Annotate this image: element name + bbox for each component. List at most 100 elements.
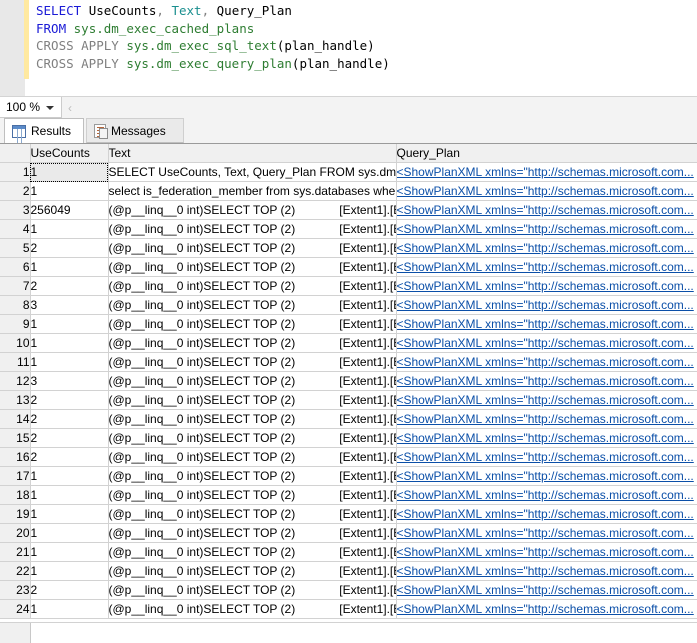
usecounts-cell[interactable]: 3	[30, 372, 108, 391]
text-cell[interactable]: (@p__linq__0 int)SELECT TOP (2)[Extent1]…	[108, 220, 396, 239]
text-cell[interactable]: (@p__linq__0 int)SELECT TOP (2)[Extent1]…	[108, 315, 396, 334]
row-number-cell[interactable]: 15	[0, 429, 30, 448]
table-row[interactable]: 111(@p__linq__0 int)SELECT TOP (2)[Exten…	[0, 353, 697, 372]
usecounts-cell[interactable]: 256049	[30, 201, 108, 220]
row-number-cell[interactable]: 2	[0, 182, 30, 201]
usecounts-cell[interactable]: 1	[30, 562, 108, 581]
usecounts-cell[interactable]: 2	[30, 277, 108, 296]
showplan-xml-link[interactable]: <ShowPlanXML xmlns="http://schemas.micro…	[397, 184, 694, 198]
queryplan-cell[interactable]: <ShowPlanXML xmlns="http://schemas.micro…	[396, 524, 697, 543]
text-cell[interactable]: (@p__linq__0 int)SELECT TOP (2)[Extent1]…	[108, 581, 396, 600]
usecounts-cell[interactable]: 1	[30, 182, 108, 201]
row-number-cell[interactable]: 4	[0, 220, 30, 239]
showplan-xml-link[interactable]: <ShowPlanXML xmlns="http://schemas.micro…	[397, 279, 694, 293]
tab-results[interactable]: Results	[4, 118, 84, 143]
showplan-xml-link[interactable]: <ShowPlanXML xmlns="http://schemas.micro…	[397, 203, 694, 217]
table-row[interactable]: 21select is_federation_member from sys.d…	[0, 182, 697, 201]
table-row[interactable]: 52(@p__linq__0 int)SELECT TOP (2)[Extent…	[0, 239, 697, 258]
usecounts-cell[interactable]: 1	[30, 258, 108, 277]
row-number-cell[interactable]: 20	[0, 524, 30, 543]
queryplan-cell[interactable]: <ShowPlanXML xmlns="http://schemas.micro…	[396, 581, 697, 600]
table-row[interactable]: 83(@p__linq__0 int)SELECT TOP (2)[Extent…	[0, 296, 697, 315]
queryplan-cell[interactable]: <ShowPlanXML xmlns="http://schemas.micro…	[396, 600, 697, 619]
text-cell[interactable]: (@p__linq__0 int)SELECT TOP (2)[Extent1]…	[108, 334, 396, 353]
usecounts-cell[interactable]: 1	[30, 524, 108, 543]
row-number-cell[interactable]: 8	[0, 296, 30, 315]
row-number-cell[interactable]: 3	[0, 201, 30, 220]
usecounts-cell[interactable]: 2	[30, 581, 108, 600]
usecounts-cell[interactable]: 1	[30, 543, 108, 562]
queryplan-cell[interactable]: <ShowPlanXML xmlns="http://schemas.micro…	[396, 220, 697, 239]
text-cell[interactable]: (@p__linq__0 int)SELECT TOP (2)[Extent1]…	[108, 448, 396, 467]
usecounts-cell[interactable]: 1	[30, 220, 108, 239]
showplan-xml-link[interactable]: <ShowPlanXML xmlns="http://schemas.micro…	[397, 241, 694, 255]
showplan-xml-link[interactable]: <ShowPlanXML xmlns="http://schemas.micro…	[397, 298, 694, 312]
usecounts-cell[interactable]: 1	[30, 467, 108, 486]
table-row[interactable]: 152(@p__linq__0 int)SELECT TOP (2)[Exten…	[0, 429, 697, 448]
queryplan-cell[interactable]: <ShowPlanXML xmlns="http://schemas.micro…	[396, 277, 697, 296]
row-number-cell[interactable]: 19	[0, 505, 30, 524]
queryplan-cell[interactable]: <ShowPlanXML xmlns="http://schemas.micro…	[396, 505, 697, 524]
text-cell[interactable]: (@p__linq__0 int)SELECT TOP (2)[Extent1]…	[108, 277, 396, 296]
row-number-cell[interactable]: 5	[0, 239, 30, 258]
text-cell[interactable]: (@p__linq__0 int)SELECT TOP (2)[Extent1]…	[108, 429, 396, 448]
table-row[interactable]: 221(@p__linq__0 int)SELECT TOP (2)[Exten…	[0, 562, 697, 581]
text-cell[interactable]: (@p__linq__0 int)SELECT TOP (2)[Extent1]…	[108, 410, 396, 429]
table-row[interactable]: 211(@p__linq__0 int)SELECT TOP (2)[Exten…	[0, 543, 697, 562]
table-row[interactable]: 61(@p__linq__0 int)SELECT TOP (2)[Extent…	[0, 258, 697, 277]
row-number-cell[interactable]: 6	[0, 258, 30, 277]
usecounts-cell[interactable]: 1	[30, 600, 108, 619]
queryplan-cell[interactable]: <ShowPlanXML xmlns="http://schemas.micro…	[396, 429, 697, 448]
showplan-xml-link[interactable]: <ShowPlanXML xmlns="http://schemas.micro…	[397, 583, 694, 597]
zoom-dropdown[interactable]: 100 %	[0, 97, 62, 118]
text-cell[interactable]: select is_federation_member from sys.dat…	[108, 182, 396, 201]
queryplan-cell[interactable]: <ShowPlanXML xmlns="http://schemas.micro…	[396, 182, 697, 201]
queryplan-cell[interactable]: <ShowPlanXML xmlns="http://schemas.micro…	[396, 201, 697, 220]
showplan-xml-link[interactable]: <ShowPlanXML xmlns="http://schemas.micro…	[397, 450, 694, 464]
showplan-xml-link[interactable]: <ShowPlanXML xmlns="http://schemas.micro…	[397, 564, 694, 578]
row-number-cell[interactable]: 7	[0, 277, 30, 296]
showplan-xml-link[interactable]: <ShowPlanXML xmlns="http://schemas.micro…	[397, 545, 694, 559]
table-row[interactable]: 132(@p__linq__0 int)SELECT TOP (2)[Exten…	[0, 391, 697, 410]
text-cell[interactable]: (@p__linq__0 int)SELECT TOP (2)[Extent1]…	[108, 543, 396, 562]
column-header-text[interactable]: Text	[108, 144, 396, 163]
queryplan-cell[interactable]: <ShowPlanXML xmlns="http://schemas.micro…	[396, 296, 697, 315]
table-row[interactable]: 181(@p__linq__0 int)SELECT TOP (2)[Exten…	[0, 486, 697, 505]
usecounts-cell[interactable]: 1	[30, 334, 108, 353]
row-number-cell[interactable]: 18	[0, 486, 30, 505]
usecounts-cell[interactable]: 1	[30, 315, 108, 334]
showplan-xml-link[interactable]: <ShowPlanXML xmlns="http://schemas.micro…	[397, 507, 694, 521]
queryplan-cell[interactable]: <ShowPlanXML xmlns="http://schemas.micro…	[396, 163, 697, 182]
text-cell[interactable]: (@p__linq__0 int)SELECT TOP (2)[Extent1]…	[108, 201, 396, 220]
showplan-xml-link[interactable]: <ShowPlanXML xmlns="http://schemas.micro…	[397, 602, 694, 616]
row-number-cell[interactable]: 13	[0, 391, 30, 410]
usecounts-cell[interactable]: 1	[30, 353, 108, 372]
table-row[interactable]: 91(@p__linq__0 int)SELECT TOP (2)[Extent…	[0, 315, 697, 334]
row-number-cell[interactable]: 12	[0, 372, 30, 391]
usecounts-cell[interactable]: 2	[30, 391, 108, 410]
chevron-down-icon[interactable]	[46, 106, 54, 110]
queryplan-cell[interactable]: <ShowPlanXML xmlns="http://schemas.micro…	[396, 448, 697, 467]
row-number-cell[interactable]: 21	[0, 543, 30, 562]
usecounts-cell[interactable]: 2	[30, 239, 108, 258]
table-row[interactable]: 201(@p__linq__0 int)SELECT TOP (2)[Exten…	[0, 524, 697, 543]
table-row[interactable]: 41(@p__linq__0 int)SELECT TOP (2)[Extent…	[0, 220, 697, 239]
text-cell[interactable]: (@p__linq__0 int)SELECT TOP (2)[Extent1]…	[108, 524, 396, 543]
showplan-xml-link[interactable]: <ShowPlanXML xmlns="http://schemas.micro…	[397, 222, 694, 236]
usecounts-cell[interactable]: 1	[30, 486, 108, 505]
row-number-cell[interactable]: 11	[0, 353, 30, 372]
row-number-cell[interactable]: 14	[0, 410, 30, 429]
queryplan-cell[interactable]: <ShowPlanXML xmlns="http://schemas.micro…	[396, 543, 697, 562]
text-cell[interactable]: (@p__linq__0 int)SELECT TOP (2)[Extent1]…	[108, 258, 396, 277]
showplan-xml-link[interactable]: <ShowPlanXML xmlns="http://schemas.micro…	[397, 431, 694, 445]
queryplan-cell[interactable]: <ShowPlanXML xmlns="http://schemas.micro…	[396, 410, 697, 429]
queryplan-cell[interactable]: <ShowPlanXML xmlns="http://schemas.micro…	[396, 486, 697, 505]
table-row[interactable]: 3256049(@p__linq__0 int)SELECT TOP (2)[E…	[0, 201, 697, 220]
usecounts-cell[interactable]: 3	[30, 296, 108, 315]
text-cell[interactable]: (@p__linq__0 int)SELECT TOP (2)[Extent1]…	[108, 600, 396, 619]
queryplan-cell[interactable]: <ShowPlanXML xmlns="http://schemas.micro…	[396, 353, 697, 372]
text-cell[interactable]: (@p__linq__0 int)SELECT TOP (2)[Extent1]…	[108, 372, 396, 391]
table-row[interactable]: 171(@p__linq__0 int)SELECT TOP (2)[Exten…	[0, 467, 697, 486]
showplan-xml-link[interactable]: <ShowPlanXML xmlns="http://schemas.micro…	[397, 374, 694, 388]
showplan-xml-link[interactable]: <ShowPlanXML xmlns="http://schemas.micro…	[397, 469, 694, 483]
